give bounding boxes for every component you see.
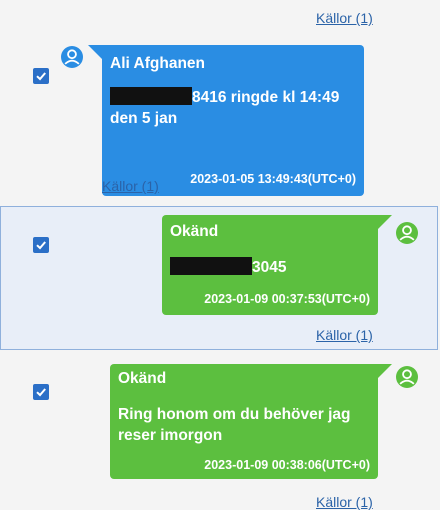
message-timestamp: 2023-01-05 13:49:43(UTC+0) — [190, 172, 356, 186]
user-avatar-icon — [396, 366, 418, 388]
sender-name: Okänd — [170, 223, 219, 240]
sources-link[interactable]: Källor (1) — [316, 327, 373, 343]
redaction-bar — [170, 257, 252, 275]
sources-link-top[interactable]: Källor (1) — [316, 10, 373, 26]
check-icon — [36, 241, 46, 250]
message-timestamp: 2023-01-09 00:37:53(UTC+0) — [204, 292, 370, 306]
message-checkbox[interactable] — [33, 384, 49, 400]
message-text: 8416 ringde kl 14:49 den 5 jan — [110, 87, 340, 127]
check-icon — [36, 72, 46, 81]
sender-name: Ali Afghanen — [110, 55, 206, 72]
redaction-bar — [110, 87, 192, 105]
user-avatar-icon — [396, 222, 418, 244]
message-bubble-incoming[interactable]: Ali Afghanen 8416 ringde kl 14:49 den 5 … — [88, 45, 364, 196]
message-text: Ring honom om du behöver jag reser imorg… — [118, 406, 351, 444]
user-avatar-icon — [61, 46, 83, 68]
check-icon — [36, 388, 46, 397]
message-text: 3045 — [170, 257, 286, 278]
message-bubble-outgoing[interactable]: Okänd 3045 2023-01-09 00:37:53(UTC+0) — [162, 215, 392, 315]
message-timestamp: 2023-01-09 00:38:06(UTC+0) — [204, 458, 370, 472]
message-bubble-outgoing[interactable]: Okänd Ring honom om du behöver jag reser… — [110, 364, 392, 479]
message-checkbox[interactable] — [33, 68, 49, 84]
sources-link[interactable]: Källor (1) — [102, 178, 159, 194]
sender-name: Okänd — [118, 370, 167, 387]
message-checkbox[interactable] — [33, 237, 49, 253]
sources-link[interactable]: Källor (1) — [316, 494, 373, 510]
